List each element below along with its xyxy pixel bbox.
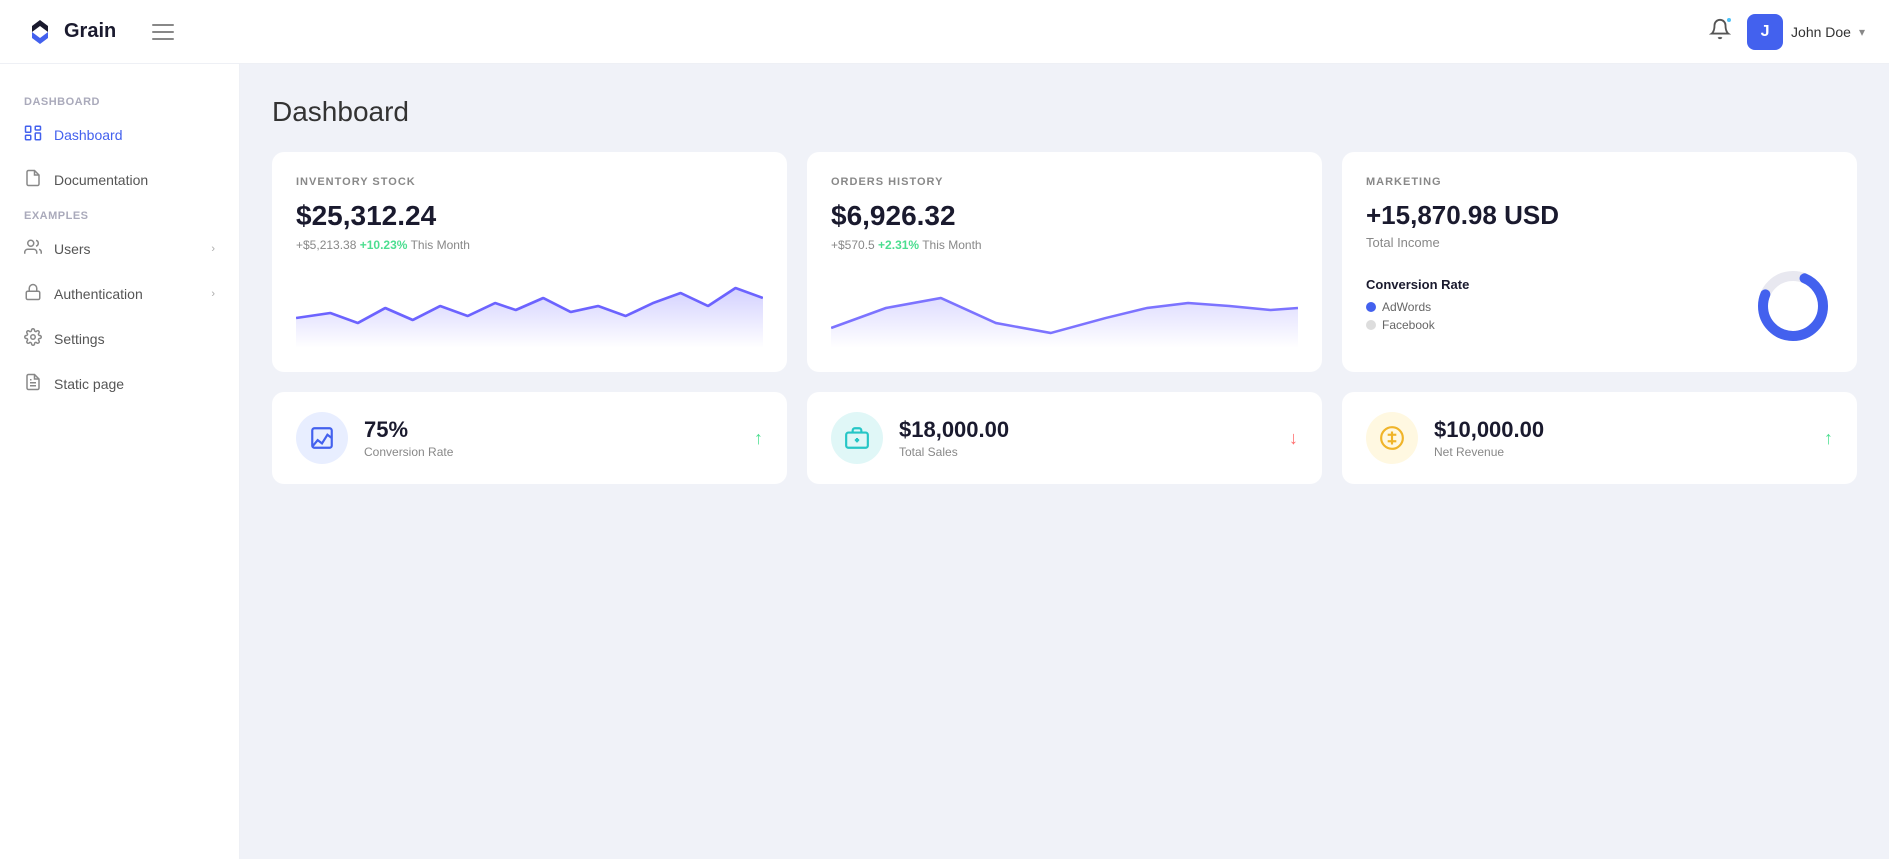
orders-card-value: $6,926.32 [831, 200, 1298, 232]
chevron-right-icon-auth: › [211, 288, 215, 300]
orders-sub-amount: +$570.5 [831, 238, 878, 252]
header-right: J John Doe ▾ [1709, 14, 1865, 50]
notification-dot [1725, 16, 1733, 24]
sidebar-item-label-dashboard: Dashboard [54, 127, 123, 143]
total-sales-label: Total Sales [899, 445, 1273, 459]
lock-icon [24, 283, 42, 304]
sidebar-item-label-settings: Settings [54, 331, 105, 347]
orders-card-sub: +$570.5 +2.31% This Month [831, 238, 1298, 252]
sidebar: Dashboard Dashboard Documentation [0, 64, 240, 859]
inventory-card-sub: +$5,213.38 +10.23% This Month [296, 238, 763, 252]
sidebar-item-label-documentation: Documentation [54, 172, 148, 188]
sidebar-item-documentation[interactable]: Documentation [0, 157, 239, 202]
adwords-label: AdWords [1382, 300, 1431, 314]
conversion-rate-label: Conversion Rate [364, 445, 738, 459]
orders-card: ORDERS HISTORY $6,926.32 +$570.5 +2.31% … [807, 152, 1322, 372]
net-revenue-arrow: ↑ [1824, 428, 1833, 449]
sidebar-item-static-page[interactable]: Static page [0, 361, 239, 406]
top-cards-row: INVENTORY STOCK $25,312.24 +$5,213.38 +1… [272, 152, 1857, 372]
page-title: Dashboard [272, 96, 1857, 128]
dollar-icon [1379, 425, 1405, 451]
facebook-dot [1366, 320, 1376, 330]
sales-icon-bg [831, 412, 883, 464]
adwords-dot [1366, 302, 1376, 312]
sidebar-item-label-users: Users [54, 241, 91, 257]
wallet-icon [844, 425, 870, 451]
donut-chart [1753, 266, 1833, 346]
chevron-right-icon: › [211, 243, 215, 255]
marketing-card-value: +15,870.98 USD [1366, 200, 1833, 231]
sidebar-item-dashboard[interactable]: Dashboard [0, 112, 239, 157]
net-revenue-info: $10,000.00 Net Revenue [1434, 417, 1808, 459]
main-content: Dashboard INVENTORY STOCK $25,312.24 +$5… [240, 64, 1889, 859]
sidebar-item-label-static-page: Static page [54, 376, 124, 392]
user-menu[interactable]: J John Doe ▾ [1747, 14, 1865, 50]
total-sales-card: $18,000.00 Total Sales ↓ [807, 392, 1322, 484]
logo-icon [24, 16, 56, 48]
hamburger-button[interactable] [152, 24, 174, 40]
orders-chart [831, 268, 1298, 348]
facebook-label: Facebook [1382, 318, 1435, 332]
legend-facebook: Facebook [1366, 318, 1469, 332]
sidebar-item-users[interactable]: Users › [0, 226, 239, 271]
doc-icon [24, 169, 42, 190]
inventory-sub-text: This Month [411, 238, 470, 252]
bottom-cards-row: 75% Conversion Rate ↑ $18,000.00 [272, 392, 1857, 484]
dashboard-icon [24, 124, 42, 145]
chart-icon [309, 425, 335, 451]
sidebar-section-examples: Examples [0, 202, 239, 226]
inventory-sub-amount: +$5,213.38 [296, 238, 360, 252]
logo[interactable]: Grain [24, 16, 116, 48]
marketing-card-label: MARKETING [1366, 176, 1833, 188]
conversion-title: Conversion Rate [1366, 277, 1469, 292]
revenue-icon-bg [1366, 412, 1418, 464]
inventory-card-value: $25,312.24 [296, 200, 763, 232]
conversion-rate-card: 75% Conversion Rate ↑ [272, 392, 787, 484]
user-name: John Doe [1791, 24, 1851, 40]
conversion-icon-bg [296, 412, 348, 464]
total-sales-info: $18,000.00 Total Sales [899, 417, 1273, 459]
sidebar-section-dashboard: Dashboard [0, 88, 239, 112]
net-revenue-card: $10,000.00 Net Revenue ↑ [1342, 392, 1857, 484]
total-sales-value: $18,000.00 [899, 417, 1273, 443]
page-icon [24, 373, 42, 394]
conversion-rate-info: 75% Conversion Rate [364, 417, 738, 459]
orders-sub-text: This Month [922, 238, 981, 252]
inventory-sub-percent: +10.23% [360, 238, 408, 252]
sidebar-item-label-authentication: Authentication [54, 286, 143, 302]
conversion-rate-value: 75% [364, 417, 738, 443]
legend-adwords: AdWords [1366, 300, 1469, 314]
net-revenue-label: Net Revenue [1434, 445, 1808, 459]
conversion-legend: Conversion Rate AdWords Facebook [1366, 277, 1469, 336]
net-revenue-value: $10,000.00 [1434, 417, 1808, 443]
logo-text: Grain [64, 20, 116, 43]
marketing-card-sub: Total Income [1366, 235, 1833, 250]
total-sales-arrow: ↓ [1289, 428, 1298, 449]
inventory-card-label: INVENTORY STOCK [296, 176, 763, 188]
gear-icon [24, 328, 42, 349]
conversion-section: Conversion Rate AdWords Facebook [1366, 266, 1833, 346]
sidebar-item-authentication[interactable]: Authentication › [0, 271, 239, 316]
sidebar-item-settings[interactable]: Settings [0, 316, 239, 361]
notification-button[interactable] [1709, 18, 1731, 45]
chevron-down-icon: ▾ [1859, 25, 1865, 39]
avatar: J [1747, 14, 1783, 50]
inventory-card: INVENTORY STOCK $25,312.24 +$5,213.38 +1… [272, 152, 787, 372]
header: Grain J John Doe ▾ [0, 0, 1889, 64]
marketing-card: MARKETING +15,870.98 USD Total Income Co… [1342, 152, 1857, 372]
layout: Dashboard Dashboard Documentation [0, 64, 1889, 859]
users-icon [24, 238, 42, 259]
inventory-chart [296, 268, 763, 348]
header-left: Grain [24, 16, 174, 48]
conversion-rate-arrow: ↑ [754, 428, 763, 449]
orders-sub-percent: +2.31% [878, 238, 919, 252]
orders-card-label: ORDERS HISTORY [831, 176, 1298, 188]
